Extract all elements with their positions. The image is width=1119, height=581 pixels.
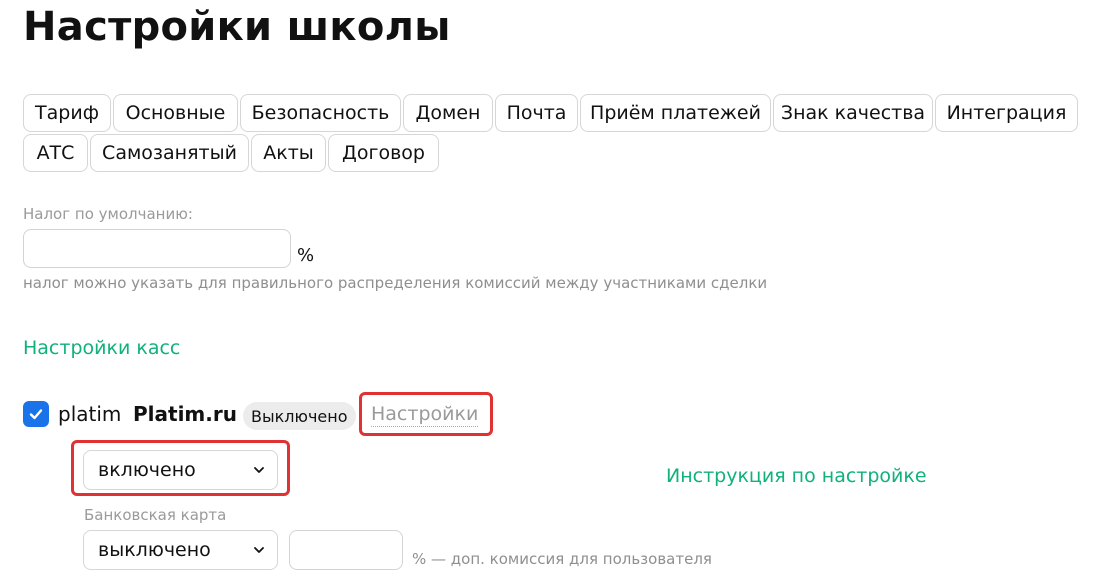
tab-domain[interactable]: Домен bbox=[403, 94, 493, 132]
tab-row-1: Тариф Основные Безопасность Домен Почта … bbox=[23, 94, 1103, 134]
tax-input[interactable] bbox=[23, 229, 291, 268]
tab-mail[interactable]: Почта bbox=[495, 94, 578, 132]
tab-tariff[interactable]: Тариф bbox=[23, 94, 111, 132]
provider-name: Platim.ru bbox=[133, 402, 237, 426]
bank-card-select[interactable]: выключено bbox=[83, 530, 278, 570]
tax-percent-unit: % bbox=[297, 245, 315, 266]
platim-logo: platim bbox=[58, 402, 122, 426]
commission-input[interactable] bbox=[289, 530, 403, 570]
status-badge: Выключено bbox=[243, 402, 356, 430]
tab-ats[interactable]: АТС bbox=[23, 134, 88, 172]
check-icon bbox=[29, 409, 43, 420]
tab-self-employed[interactable]: Самозанятый bbox=[90, 134, 249, 172]
settings-link[interactable]: Настройки bbox=[371, 402, 479, 427]
tax-label: Налог по умолчанию: bbox=[23, 205, 193, 223]
settings-tabs: Тариф Основные Безопасность Домен Почта … bbox=[23, 94, 1103, 174]
commission-hint: % — доп. комиссия для пользователя bbox=[412, 550, 712, 568]
tab-row-2: АТС Самозанятый Акты Договор bbox=[23, 134, 1103, 174]
bank-card-label: Банковская карта bbox=[84, 506, 227, 524]
tab-general[interactable]: Основные bbox=[113, 94, 238, 132]
provider-checkbox[interactable] bbox=[23, 401, 49, 427]
tab-quality-mark[interactable]: Знак качества bbox=[773, 94, 933, 132]
chevron-down-icon bbox=[254, 467, 264, 473]
tab-payments[interactable]: Приём платежей bbox=[580, 94, 771, 132]
mode-select-value: включено bbox=[98, 459, 196, 481]
tab-acts[interactable]: Акты bbox=[251, 134, 326, 172]
tab-contract[interactable]: Договор bbox=[328, 134, 439, 172]
mode-select[interactable]: включено bbox=[83, 450, 278, 490]
tab-integration[interactable]: Интеграция bbox=[935, 94, 1078, 132]
bank-card-select-value: выключено bbox=[98, 539, 211, 561]
chevron-down-icon bbox=[254, 547, 264, 553]
cash-settings-link[interactable]: Настройки касс bbox=[23, 337, 180, 359]
tax-hint: налог можно указать для правильного расп… bbox=[23, 274, 768, 292]
instruction-link[interactable]: Инструкция по настройке bbox=[666, 465, 927, 487]
tab-security[interactable]: Безопасность bbox=[240, 94, 401, 132]
page-title: Настройки школы bbox=[23, 4, 451, 50]
